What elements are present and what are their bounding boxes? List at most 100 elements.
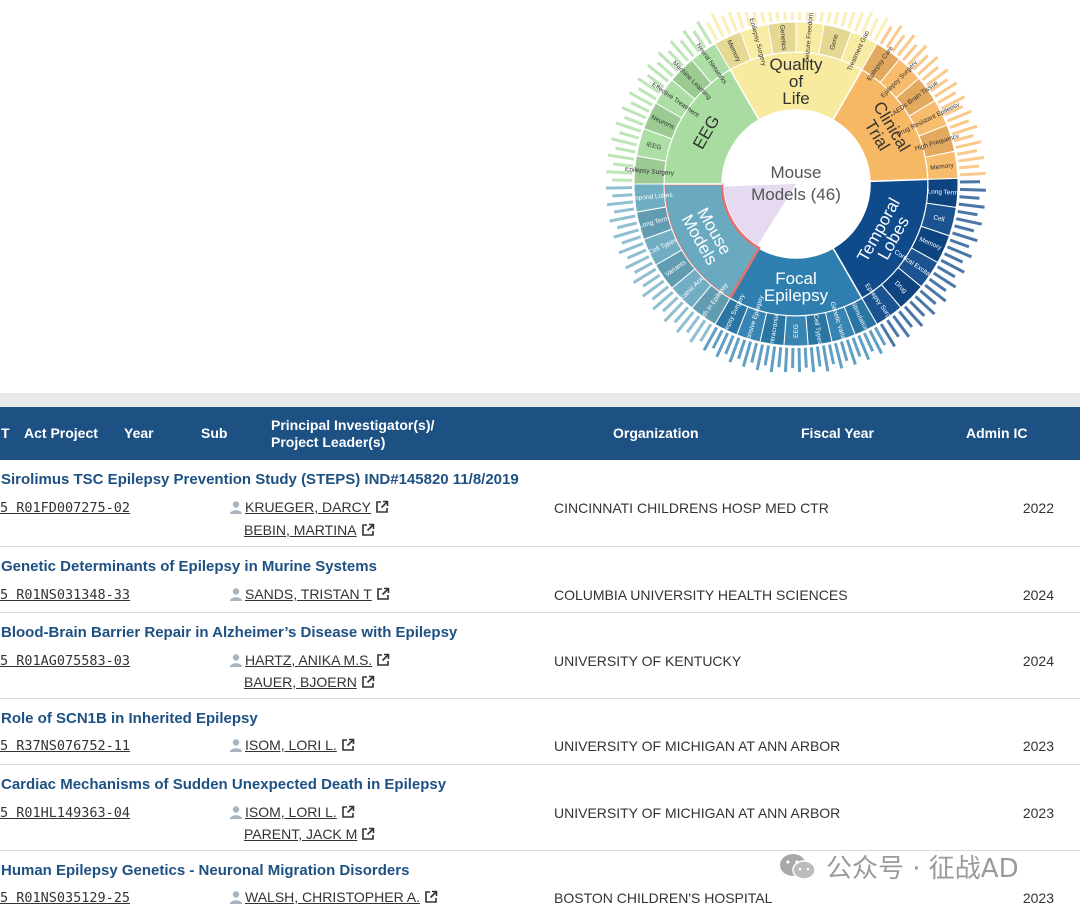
person-icon bbox=[229, 738, 243, 752]
fiscal-year-value: 2024 bbox=[1023, 587, 1054, 603]
table-row: Role of SCN1B in Inherited Epilepsy 5 R3… bbox=[0, 699, 1080, 765]
project-title-link[interactable]: Cardiac Mechanisms of Sudden Unexpected … bbox=[1, 776, 446, 793]
center-label[interactable]: Models (46) bbox=[751, 185, 841, 204]
project-number-link[interactable]: 5 R01NS031348-33 bbox=[0, 587, 130, 603]
sunburst-fringe-mark bbox=[619, 133, 638, 139]
sunburst-fringe-mark bbox=[823, 346, 827, 372]
project-title-link[interactable]: Blood-Brain Barrier Repair in Alzheimer’… bbox=[1, 624, 457, 641]
table-row: Genetic Determinants of Epilepsy in Muri… bbox=[0, 547, 1080, 613]
pi-name-link[interactable]: ISOM, LORI L. bbox=[245, 804, 337, 820]
sunburst-fringe-mark bbox=[805, 348, 806, 368]
sunburst-subsegment-label: EEG bbox=[793, 324, 800, 338]
external-link-icon[interactable] bbox=[341, 805, 355, 819]
col-type[interactable]: T bbox=[1, 407, 10, 460]
sunburst-fringe-mark bbox=[785, 348, 786, 372]
sunburst-fringe-mark bbox=[953, 233, 978, 241]
project-number-link[interactable]: 5 R01AG075583-03 bbox=[0, 653, 130, 669]
external-link-icon[interactable] bbox=[376, 587, 390, 601]
pi-entry[interactable]: ISOM, LORI L. bbox=[229, 737, 355, 753]
sunburst-fringe-mark bbox=[956, 142, 981, 148]
pi-name-link[interactable]: BAUER, BJOERN bbox=[244, 674, 357, 690]
external-link-icon[interactable] bbox=[361, 675, 375, 689]
pi-entry[interactable]: WALSH, CHRISTOPHER A. bbox=[229, 889, 438, 905]
organization-name: CINCINNATI CHILDRENS HOSP MED CTR bbox=[554, 500, 829, 516]
sunburst-fringe-mark bbox=[835, 12, 841, 25]
external-link-icon[interactable] bbox=[375, 500, 389, 514]
sunburst-fringe-mark bbox=[958, 157, 984, 161]
sunburst-fringe-mark bbox=[957, 151, 977, 155]
center-label[interactable]: Mouse bbox=[770, 163, 821, 182]
sunburst-fringe-mark bbox=[960, 189, 986, 190]
sunburst-fringe-mark bbox=[757, 345, 762, 370]
col-act-project[interactable]: Act Project bbox=[24, 407, 98, 460]
pi-name-link[interactable]: PARENT, JACK M bbox=[244, 826, 357, 842]
sunburst-fringe-mark bbox=[918, 57, 937, 74]
sunburst-chart[interactable]: QualityofLifeClinicalTrialTemporalLobesF… bbox=[600, 12, 1000, 372]
project-number-link[interactable]: 5 R01HL149363-04 bbox=[0, 805, 130, 821]
col-year[interactable]: Year bbox=[124, 407, 154, 460]
organization-name: UNIVERSITY OF KENTUCKY bbox=[554, 653, 741, 669]
sunburst-fringe-mark bbox=[765, 346, 768, 366]
project-number-link[interactable]: 5 R37NS076752-11 bbox=[0, 738, 130, 754]
sunburst-fringe-mark bbox=[614, 209, 634, 212]
organization-name: BOSTON CHILDREN'S HOSPITAL bbox=[554, 890, 772, 906]
col-pi-line2: Project Leader(s) bbox=[271, 434, 385, 451]
sunburst-fringe-mark bbox=[807, 12, 809, 20]
pi-entry[interactable]: BAUER, BJOERN bbox=[244, 674, 375, 690]
sunburst-fringe-mark bbox=[617, 223, 636, 228]
sunburst-fringe-mark bbox=[959, 204, 985, 207]
pi-entry[interactable]: KRUEGER, DARCY bbox=[229, 499, 389, 515]
sunburst-fringe-mark bbox=[952, 126, 977, 134]
pi-name-link[interactable]: HARTZ, ANIKA M.S. bbox=[245, 652, 372, 668]
sunburst-fringe-mark bbox=[950, 240, 969, 247]
person-icon bbox=[229, 500, 243, 514]
project-title-link[interactable]: Human Epilepsy Genetics - Neuronal Migra… bbox=[1, 862, 409, 879]
col-admin-ic[interactable]: Admin IC bbox=[966, 407, 1027, 460]
sunburst-fringe-mark bbox=[784, 12, 785, 20]
project-title-link[interactable]: Role of SCN1B in Inherited Epilepsy bbox=[1, 710, 258, 727]
sunburst-fringe-mark bbox=[792, 12, 793, 20]
sunburst-fringe-mark bbox=[606, 188, 632, 189]
col-organization[interactable]: Organization bbox=[613, 407, 699, 460]
person-icon bbox=[229, 805, 243, 819]
sunburst-fringe-mark bbox=[950, 121, 969, 128]
col-sub[interactable]: Sub bbox=[201, 407, 227, 460]
external-link-icon[interactable] bbox=[341, 738, 355, 752]
sunburst-fringe-mark bbox=[960, 197, 980, 199]
col-pi[interactable]: Principal Investigator(s)/ Project Leade… bbox=[271, 407, 434, 460]
sunburst-fringe-mark bbox=[842, 12, 848, 27]
fiscal-year-value: 2023 bbox=[1023, 805, 1054, 821]
sunburst-fringe-mark bbox=[707, 23, 717, 41]
pi-entry[interactable]: PARENT, JACK M bbox=[244, 826, 375, 842]
project-number-link[interactable]: 5 R01FD007275-02 bbox=[0, 500, 130, 516]
sunburst-fringe-mark bbox=[768, 12, 771, 22]
sunburst-fringe-mark bbox=[829, 345, 833, 365]
table-row: Blood-Brain Barrier Repair in Alzheimer’… bbox=[0, 613, 1080, 699]
project-title-link[interactable]: Genetic Determinants of Epilepsy in Muri… bbox=[1, 558, 377, 575]
external-link-icon[interactable] bbox=[361, 827, 375, 841]
sunburst-fringe-mark bbox=[628, 250, 646, 258]
pi-entry[interactable]: HARTZ, ANIKA M.S. bbox=[229, 652, 390, 668]
sunburst-fringe-mark bbox=[775, 12, 778, 21]
pi-name-link[interactable]: BEBIN, MARTINA bbox=[244, 522, 357, 538]
pi-name-link[interactable]: WALSH, CHRISTOPHER A. bbox=[245, 889, 420, 905]
pi-name-link[interactable]: ISOM, LORI L. bbox=[245, 737, 337, 753]
sunburst-fringe-mark bbox=[622, 237, 641, 243]
pi-entry[interactable]: ISOM, LORI L. bbox=[229, 804, 355, 820]
pi-entry[interactable]: SANDS, TRISTAN T bbox=[229, 586, 390, 602]
external-link-icon[interactable] bbox=[424, 890, 438, 904]
sunburst-fringe-mark bbox=[610, 216, 636, 221]
pi-name-link[interactable]: KRUEGER, DARCY bbox=[245, 499, 371, 515]
sunburst-fringe-mark bbox=[606, 172, 632, 174]
col-fiscal-year[interactable]: Fiscal Year bbox=[801, 407, 874, 460]
sunburst-fringe-mark bbox=[625, 117, 644, 124]
chart-area: QualityofLifeClinicalTrialTemporalLobesF… bbox=[0, 0, 1080, 393]
project-title-link[interactable]: Sirolimus TSC Epilepsy Prevention Study … bbox=[1, 471, 519, 488]
project-number-link[interactable]: 5 R01NS035129-25 bbox=[0, 890, 130, 906]
external-link-icon[interactable] bbox=[376, 653, 390, 667]
sunburst-fringe-mark bbox=[821, 12, 825, 22]
fiscal-year-value: 2022 bbox=[1023, 500, 1054, 516]
pi-entry[interactable]: BEBIN, MARTINA bbox=[244, 522, 375, 538]
pi-name-link[interactable]: SANDS, TRISTAN T bbox=[245, 586, 372, 602]
external-link-icon[interactable] bbox=[361, 523, 375, 537]
